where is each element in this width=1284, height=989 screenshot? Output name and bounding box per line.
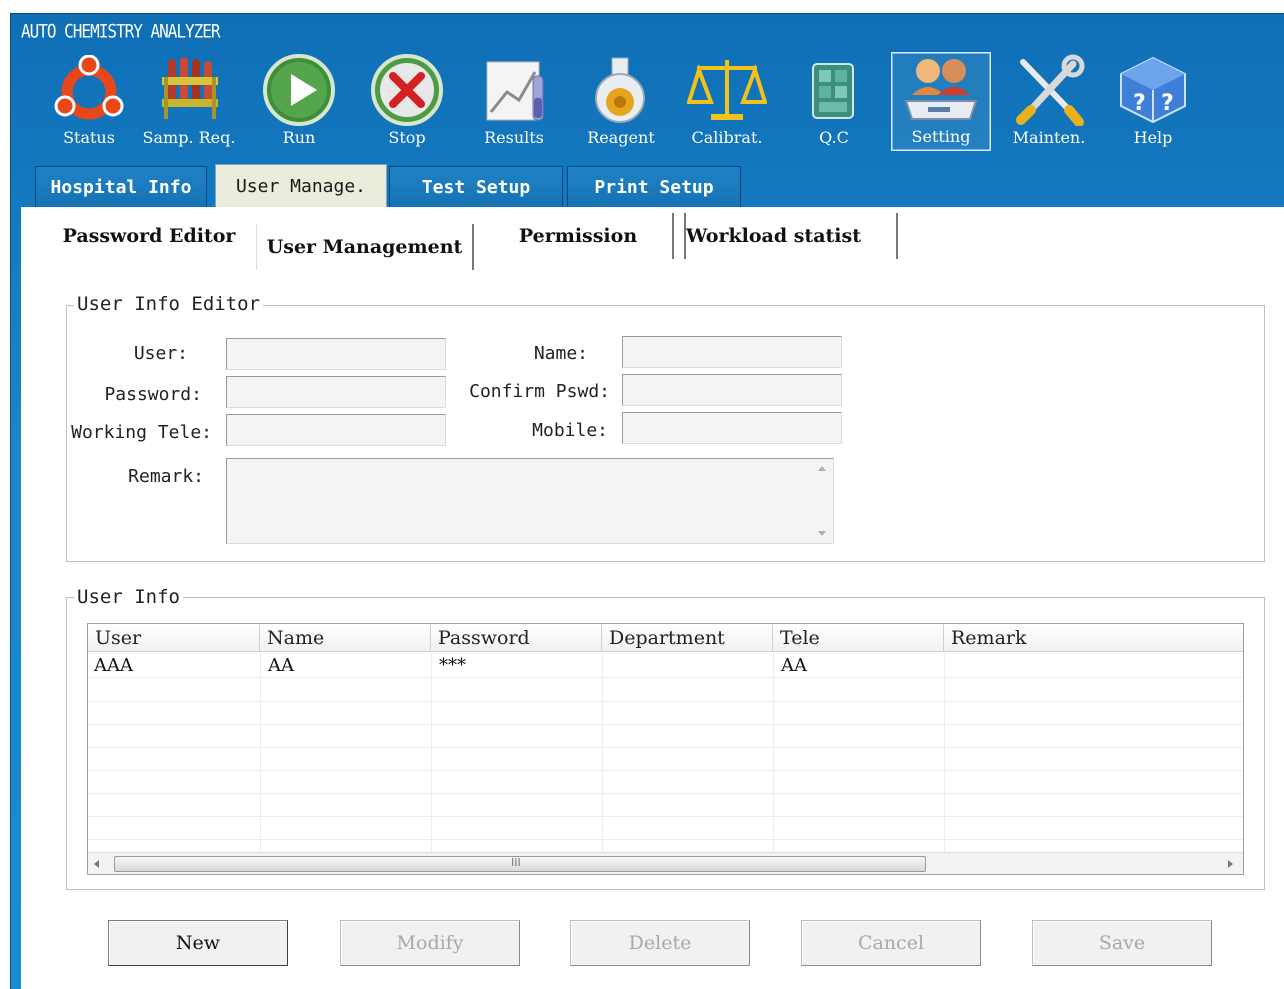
toolbar-label: Stop — [388, 128, 426, 147]
column-header-tele[interactable]: Tele — [773, 624, 944, 652]
users-icon — [892, 53, 990, 125]
toolbar-label: Help — [1133, 128, 1173, 147]
tab-hospital-info[interactable]: Hospital Info — [35, 166, 207, 208]
toolbar-samp-req-button[interactable]: Samp. Req. — [141, 54, 237, 152]
name-input[interactable] — [622, 336, 842, 368]
user-label: User: — [133, 343, 188, 364]
toolbar-status-button[interactable]: Status — [41, 54, 137, 152]
toolbar-label: Results — [484, 128, 544, 147]
toolbar-calibrat-button[interactable]: Calibrat. — [679, 54, 775, 152]
tab-user-management[interactable]: User Management — [256, 224, 474, 270]
test-tubes-icon — [141, 54, 237, 126]
tab-test-setup[interactable]: Test Setup — [389, 166, 563, 208]
user-info-table[interactable]: User Name Password Department Tele Remar… — [87, 623, 1244, 875]
toolbar-label: Mainten. — [1012, 128, 1086, 147]
play-icon — [251, 54, 347, 126]
toolbar-help-button[interactable]: ? ? Help — [1105, 54, 1201, 152]
working-tele-label: Working Tele: — [71, 422, 212, 443]
working-tele-input[interactable] — [226, 414, 446, 446]
cell-user: AAA — [94, 655, 133, 676]
toolbar-setting-button[interactable]: Setting — [891, 52, 991, 151]
scroll-grip: III — [511, 856, 521, 869]
tools-icon — [1001, 54, 1097, 126]
user-input[interactable] — [226, 338, 446, 370]
tab-permission[interactable]: Permission — [484, 213, 674, 259]
confirm-pswd-input[interactable] — [622, 374, 842, 406]
scroll-thumb[interactable]: III — [114, 856, 926, 872]
mobile-input[interactable] — [622, 412, 842, 444]
delete-button[interactable]: Delete — [570, 920, 750, 966]
cell-name: AA — [268, 655, 294, 676]
tab-password-editor[interactable]: Password Editor — [46, 213, 252, 259]
modify-button[interactable]: Modify — [340, 920, 520, 966]
tab-workload-statist[interactable]: Workload statist — [684, 213, 898, 259]
new-button[interactable]: New — [108, 920, 288, 966]
table-row[interactable]: AAA AA *** AA — [88, 654, 1243, 677]
tab-print-setup[interactable]: Print Setup — [567, 166, 741, 208]
password-input[interactable] — [226, 376, 446, 408]
mobile-label: Mobile: — [532, 420, 608, 441]
scroll-up-arrow-icon[interactable] — [818, 466, 826, 471]
toolbar-stop-button[interactable]: Stop — [359, 54, 455, 152]
ubuntu-icon — [41, 54, 137, 126]
cell-tele: AA — [781, 655, 807, 676]
column-header-department[interactable]: Department — [602, 624, 773, 652]
toolbar-run-button[interactable]: Run — [251, 54, 347, 152]
toolbar-label: Setting — [911, 127, 971, 146]
qc-cubes-icon — [786, 54, 882, 126]
scroll-right-arrow-icon[interactable] — [1228, 860, 1233, 868]
stop-icon — [359, 54, 455, 126]
column-header-name[interactable]: Name — [260, 624, 431, 652]
column-header-user[interactable]: User — [88, 624, 260, 652]
flask-icon — [573, 54, 669, 126]
toolbar-label: Run — [282, 128, 316, 147]
balance-icon — [679, 54, 775, 126]
remark-scrollbar[interactable] — [812, 460, 832, 542]
horizontal-scrollbar[interactable]: III — [88, 852, 1243, 874]
chart-icon — [466, 54, 562, 126]
user-info-editor-legend: User Info Editor — [74, 293, 264, 315]
toolbar-mainten-button[interactable]: Mainten. — [1001, 54, 1097, 152]
help-icon: ? ? — [1105, 54, 1201, 126]
scroll-down-arrow-icon[interactable] — [818, 531, 826, 536]
app-title: AUTO CHEMISTRY ANALYZER — [21, 20, 221, 42]
scroll-left-arrow-icon[interactable] — [94, 860, 99, 868]
confirm-pswd-label: Confirm Pswd: — [469, 381, 610, 402]
toolbar-label: Status — [63, 128, 115, 147]
toolbar-label: Calibrat. — [691, 128, 763, 147]
user-info-legend: User Info — [74, 586, 183, 608]
toolbar-results-button[interactable]: Results — [466, 54, 562, 152]
svg-text:?: ? — [1133, 91, 1146, 116]
svg-text:?: ? — [1161, 91, 1174, 116]
toolbar-label: Q.C — [819, 128, 849, 147]
cancel-button[interactable]: Cancel — [801, 920, 981, 966]
toolbar-label: Reagent — [587, 128, 655, 147]
toolbar-reagent-button[interactable]: Reagent — [573, 54, 669, 152]
remark-textarea[interactable] — [226, 458, 834, 544]
save-button[interactable]: Save — [1032, 920, 1212, 966]
name-label: Name: — [533, 343, 588, 364]
toolbar-label: Samp. Req. — [142, 128, 236, 147]
tab-user-manage[interactable]: User Manage. — [215, 164, 387, 208]
column-header-remark[interactable]: Remark — [944, 624, 1243, 652]
password-label: Password: — [104, 384, 202, 405]
toolbar-qc-button[interactable]: Q.C — [786, 54, 882, 152]
remark-label: Remark: — [128, 466, 204, 487]
column-header-password[interactable]: Password — [431, 624, 602, 652]
cell-password: *** — [439, 655, 466, 676]
